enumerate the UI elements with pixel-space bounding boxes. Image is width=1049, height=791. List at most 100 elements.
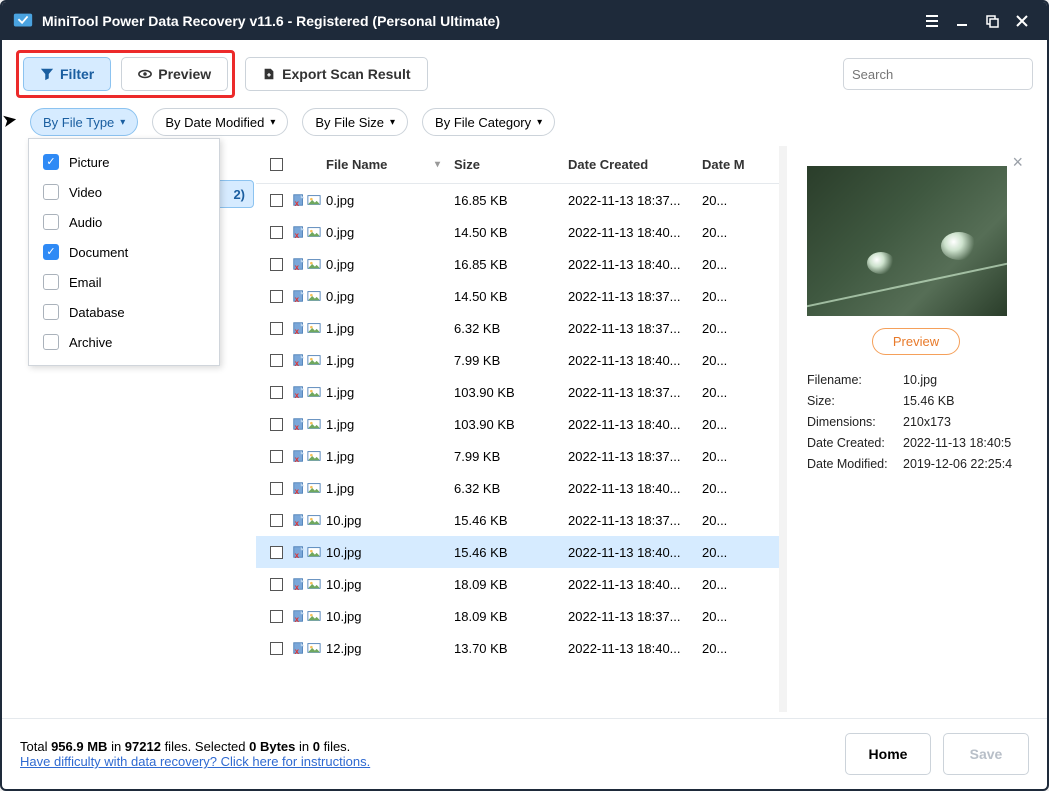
- table-row[interactable]: x0.jpg14.50 KB2022-11-13 18:37...20...: [256, 280, 779, 312]
- cell-modified: 20...: [702, 417, 747, 432]
- cell-created: 2022-11-13 18:37...: [568, 385, 702, 400]
- save-button[interactable]: Save: [943, 733, 1029, 775]
- cell-size: 15.46 KB: [454, 545, 568, 560]
- table-row[interactable]: x1.jpg7.99 KB2022-11-13 18:40...20...: [256, 344, 779, 376]
- image-file-icon: [307, 545, 321, 559]
- type-option-audio[interactable]: Audio: [29, 207, 219, 237]
- row-checkbox[interactable]: [270, 418, 283, 431]
- table-row[interactable]: x1.jpg7.99 KB2022-11-13 18:37...20...: [256, 440, 779, 472]
- type-option-database[interactable]: Database: [29, 297, 219, 327]
- chevron-down-icon: ▾: [390, 117, 395, 128]
- cell-created: 2022-11-13 18:40...: [568, 417, 702, 432]
- type-option-archive[interactable]: Archive: [29, 327, 219, 357]
- type-option-video[interactable]: Video: [29, 177, 219, 207]
- cell-modified: 20...: [702, 449, 747, 464]
- type-option-email[interactable]: Email: [29, 267, 219, 297]
- select-all-checkbox[interactable]: [270, 158, 283, 171]
- filter-by-type[interactable]: By File Type▾: [30, 108, 138, 136]
- cell-size: 13.70 KB: [454, 641, 568, 656]
- chevron-down-icon: ▾: [537, 117, 542, 128]
- table-row[interactable]: x1.jpg6.32 KB2022-11-13 18:40...20...: [256, 472, 779, 504]
- deleted-file-icon: x: [292, 321, 306, 335]
- table-row[interactable]: x10.jpg15.46 KB2022-11-13 18:37...20...: [256, 504, 779, 536]
- cell-created: 2022-11-13 18:37...: [568, 609, 702, 624]
- deleted-file-icon: x: [292, 513, 306, 527]
- cell-modified: 20...: [702, 289, 747, 304]
- row-checkbox[interactable]: [270, 386, 283, 399]
- export-icon: [262, 67, 276, 81]
- col-size[interactable]: Size: [454, 157, 568, 172]
- preview-thumbnail: [807, 166, 1007, 316]
- search-input[interactable]: [852, 67, 1028, 82]
- row-checkbox[interactable]: [270, 642, 283, 655]
- table-row[interactable]: x12.jpg13.70 KB2022-11-13 18:40...20...: [256, 632, 779, 664]
- cell-name: 10.jpg: [322, 577, 454, 592]
- col-modified[interactable]: Date M: [702, 157, 747, 172]
- cell-name: 10.jpg: [322, 609, 454, 624]
- svg-text:x: x: [295, 199, 300, 207]
- table-row[interactable]: x0.jpg14.50 KB2022-11-13 18:40...20...: [256, 216, 779, 248]
- cell-created: 2022-11-13 18:37...: [568, 193, 702, 208]
- svg-text:x: x: [295, 615, 300, 623]
- cell-created: 2022-11-13 18:40...: [568, 641, 702, 656]
- type-option-picture[interactable]: Picture: [29, 147, 219, 177]
- filter-by-category[interactable]: By File Category▾: [422, 108, 555, 136]
- table-row[interactable]: x1.jpg103.90 KB2022-11-13 18:40...20...: [256, 408, 779, 440]
- preview-button[interactable]: Preview: [121, 57, 228, 91]
- table-row[interactable]: x0.jpg16.85 KB2022-11-13 18:37...20...: [256, 184, 779, 216]
- open-preview-button[interactable]: Preview: [872, 328, 960, 355]
- table-row[interactable]: x1.jpg6.32 KB2022-11-13 18:37...20...: [256, 312, 779, 344]
- deleted-file-icon: x: [292, 449, 306, 463]
- menu-icon[interactable]: [917, 6, 947, 36]
- option-label: Email: [69, 275, 102, 290]
- filter-button[interactable]: Filter: [23, 57, 111, 91]
- row-checkbox[interactable]: [270, 546, 283, 559]
- row-checkbox[interactable]: [270, 258, 283, 271]
- table-row[interactable]: x10.jpg15.46 KB2022-11-13 18:40...20...: [256, 536, 779, 568]
- type-option-document[interactable]: Document: [29, 237, 219, 267]
- row-checkbox[interactable]: [270, 194, 283, 207]
- row-checkbox[interactable]: [270, 226, 283, 239]
- filter-by-size[interactable]: By File Size▾: [302, 108, 408, 136]
- svg-text:x: x: [295, 551, 300, 559]
- cell-size: 18.09 KB: [454, 577, 568, 592]
- status-bar: Total 956.9 MB in 97212 files. Selected …: [2, 718, 1047, 789]
- row-checkbox[interactable]: [270, 290, 283, 303]
- row-checkbox[interactable]: [270, 610, 283, 623]
- minimize-button[interactable]: [947, 6, 977, 36]
- scrollbar[interactable]: [779, 146, 787, 712]
- cell-name: 0.jpg: [322, 193, 454, 208]
- image-file-icon: [307, 321, 321, 335]
- row-checkbox[interactable]: [270, 482, 283, 495]
- table-row[interactable]: x10.jpg18.09 KB2022-11-13 18:37...20...: [256, 600, 779, 632]
- search-box[interactable]: [843, 58, 1033, 90]
- home-button[interactable]: Home: [845, 733, 931, 775]
- svg-text:x: x: [295, 583, 300, 591]
- filter-by-date[interactable]: By Date Modified▾: [152, 108, 288, 136]
- table-row[interactable]: x10.jpg18.09 KB2022-11-13 18:40...20...: [256, 568, 779, 600]
- svg-text:x: x: [295, 423, 300, 431]
- image-file-icon: [307, 225, 321, 239]
- maximize-button[interactable]: [977, 6, 1007, 36]
- table-row[interactable]: x0.jpg16.85 KB2022-11-13 18:40...20...: [256, 248, 779, 280]
- close-button[interactable]: [1007, 6, 1037, 36]
- cell-modified: 20...: [702, 257, 747, 272]
- row-checkbox[interactable]: [270, 514, 283, 527]
- cell-modified: 20...: [702, 609, 747, 624]
- export-button[interactable]: Export Scan Result: [245, 57, 427, 91]
- close-preview-button[interactable]: ×: [1012, 152, 1023, 173]
- help-link[interactable]: Have difficulty with data recovery? Clic…: [20, 754, 370, 769]
- col-created[interactable]: Date Created: [568, 157, 702, 172]
- chevron-down-icon: ▾: [270, 117, 275, 128]
- row-checkbox[interactable]: [270, 322, 283, 335]
- svg-text:x: x: [295, 359, 300, 367]
- table-row[interactable]: x1.jpg103.90 KB2022-11-13 18:37...20...: [256, 376, 779, 408]
- deleted-file-icon: x: [292, 225, 306, 239]
- row-checkbox[interactable]: [270, 450, 283, 463]
- col-name[interactable]: File Name: [326, 157, 387, 172]
- deleted-file-icon: x: [292, 609, 306, 623]
- cell-size: 14.50 KB: [454, 289, 568, 304]
- row-checkbox[interactable]: [270, 354, 283, 367]
- row-checkbox[interactable]: [270, 578, 283, 591]
- cell-name: 10.jpg: [322, 545, 454, 560]
